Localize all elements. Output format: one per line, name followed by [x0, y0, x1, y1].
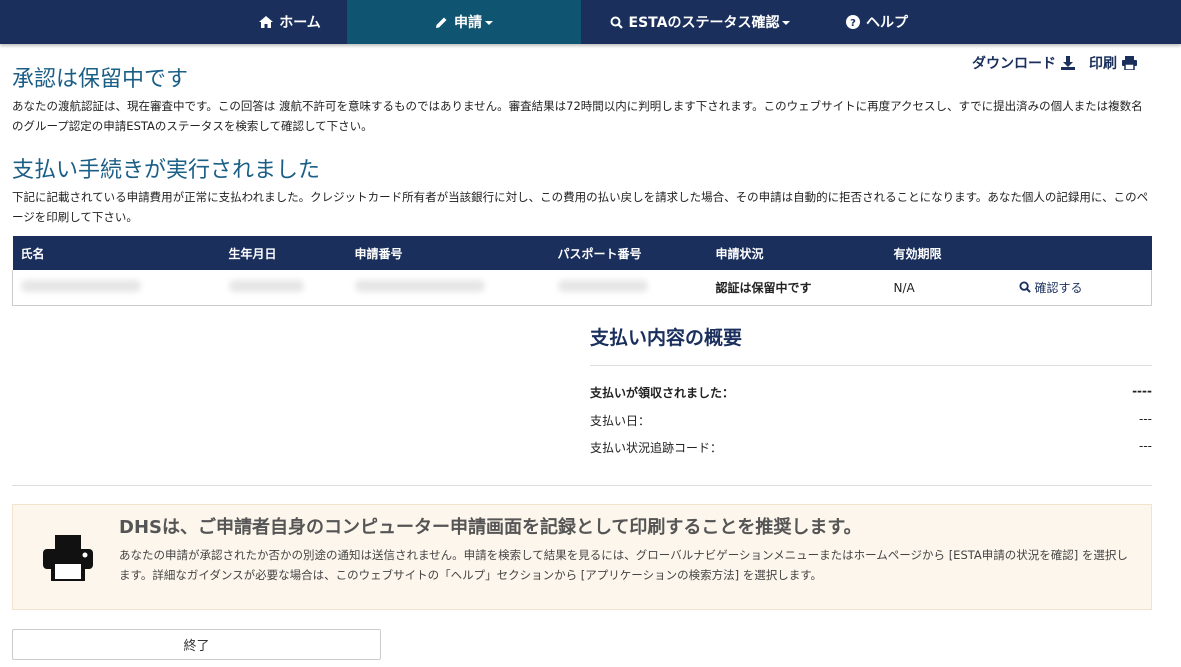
- summary-value: ----: [1132, 384, 1152, 398]
- home-icon: [259, 16, 274, 28]
- application-number-cell-redacted: [346, 270, 550, 306]
- check-status-label: 確認する: [1034, 280, 1083, 295]
- print-button[interactable]: 印刷: [1089, 53, 1137, 73]
- summary-divider: [590, 365, 1152, 366]
- search-icon: [610, 16, 623, 29]
- status-cell: 認証は保留中です: [707, 270, 886, 306]
- nav-help-label: ヘルプ: [866, 15, 908, 31]
- nav-home[interactable]: ホーム: [240, 0, 340, 44]
- birthdate-cell-redacted: [220, 270, 347, 306]
- col-status: 申請状況: [707, 236, 886, 270]
- print-label: 印刷: [1089, 56, 1117, 72]
- search-icon: [1018, 281, 1031, 294]
- action-cell: 確認する: [1010, 270, 1152, 306]
- pending-message: あなたの渡航認証は、現在審査中です。この回答は 渡航不許可を意味するものではあり…: [12, 99, 1143, 133]
- download-button[interactable]: ダウンロード: [972, 53, 1075, 73]
- col-action: [1010, 236, 1152, 270]
- col-birthdate: 生年月日: [220, 236, 347, 270]
- name-cell-redacted: [12, 270, 221, 306]
- question-circle-icon: ?: [846, 15, 860, 29]
- summary-label: 支払い日：: [590, 414, 651, 428]
- notice-title: DHSは、ご申請者自身のコンピューター申請画面を記録として印刷することを推奨しま…: [119, 517, 862, 538]
- application-table: 氏名 生年月日 申請番号 パスポート番号 申請状況 有効期限 認証は保留中です …: [12, 236, 1152, 306]
- download-label: ダウンロード: [972, 56, 1056, 72]
- download-icon: [1061, 56, 1075, 70]
- payment-message: 下記に記載されている申請費用が正常に支払われました。クレジットカード所有者が当該…: [12, 190, 1149, 224]
- summary-row-date: 支払い日： ---: [590, 412, 1152, 429]
- nav-apply[interactable]: 申請: [347, 0, 581, 44]
- col-name: 氏名: [12, 236, 221, 270]
- expiry-cell: N/A: [885, 270, 1011, 306]
- pencil-icon: [436, 17, 447, 28]
- section-divider: [12, 485, 1152, 486]
- printer-icon: [43, 535, 93, 581]
- summary-row-tracking: 支払い状況追跡コード： ---: [590, 439, 1152, 456]
- nav-apply-label: 申請: [454, 15, 482, 31]
- main-navbar: ホーム 申請 ESTAのステータス確認 ? ヘルプ: [0, 0, 1181, 44]
- page-actions: ダウンロード 印刷: [972, 53, 1137, 73]
- col-expiry: 有効期限: [885, 236, 1011, 270]
- exit-button[interactable]: 終了: [12, 629, 381, 660]
- check-status-link[interactable]: 確認する: [1018, 279, 1083, 296]
- pending-title: 承認は保留中です: [12, 67, 189, 92]
- summary-value: ---: [1139, 439, 1152, 453]
- nav-status[interactable]: ESTAのステータス確認: [596, 0, 804, 44]
- payment-title: 支払い手続きが実行されました: [12, 158, 321, 183]
- col-passport-number: パスポート番号: [549, 236, 708, 270]
- nav-help[interactable]: ? ヘルプ: [832, 0, 922, 44]
- svg-text:?: ?: [850, 18, 856, 29]
- summary-row-received: 支払いが領収されました： ----: [590, 384, 1152, 401]
- print-icon: [1122, 56, 1137, 70]
- caret-down-icon: [782, 21, 791, 25]
- summary-label: 支払いが領収されました：: [590, 386, 735, 400]
- table-header-row: 氏名 生年月日 申請番号 パスポート番号 申請状況 有効期限: [12, 236, 1152, 270]
- col-application-number: 申請番号: [346, 236, 550, 270]
- notice-message: あなたの申請が承認されたか否かの別途の通知は送信されません。申請を検索して結果を…: [119, 548, 1128, 582]
- nav-status-label: ESTAのステータス確認: [628, 15, 780, 31]
- payment-summary-title: 支払い内容の概要: [590, 327, 743, 349]
- print-recommendation-notice: DHSは、ご申請者自身のコンピューター申請画面を記録として印刷することを推奨しま…: [12, 504, 1152, 610]
- summary-label: 支払い状況追跡コード：: [590, 441, 723, 455]
- table-row: 認証は保留中です N/A 確認する: [12, 270, 1152, 306]
- nav-home-label: ホーム: [279, 15, 321, 31]
- summary-value: ---: [1139, 412, 1152, 426]
- passport-number-cell-redacted: [549, 270, 708, 306]
- caret-down-icon: [485, 21, 493, 25]
